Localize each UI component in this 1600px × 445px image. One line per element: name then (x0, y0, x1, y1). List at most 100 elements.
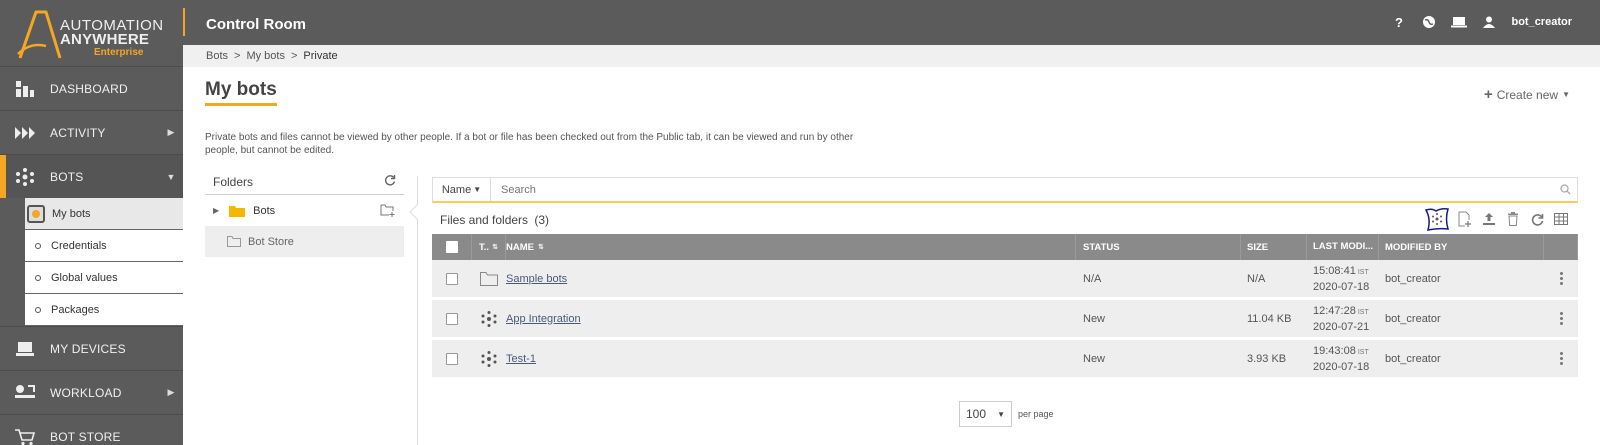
files-count-value: (3) (534, 213, 550, 227)
folder-item-bot-store[interactable]: Bot Store (205, 226, 404, 257)
user-icon[interactable] (1481, 14, 1497, 30)
bot-icon (481, 350, 497, 367)
sidebar-item-my-devices[interactable]: MY DEVICES (0, 326, 183, 370)
username[interactable]: bot_creator (1511, 16, 1572, 28)
header-name-label: NAME (506, 241, 534, 253)
caret-down-icon: ▼ (473, 185, 482, 194)
delete-button[interactable] (1504, 210, 1522, 228)
header-type[interactable]: T.. ⇅ (472, 234, 506, 260)
sidebar-item-bots[interactable]: BOTS ▼ (0, 154, 183, 198)
folders-panel: Folders ▶ Bots Bot Store (205, 169, 404, 257)
create-new-label: Create new (1496, 87, 1559, 102)
header-name[interactable]: NAME ⇅ (506, 234, 1076, 260)
dashboard-icon (16, 80, 34, 97)
folder-icon (229, 205, 246, 217)
breadcrumb-separator: > (290, 50, 298, 62)
header-size[interactable]: SIZE (1241, 234, 1307, 260)
header-actions (1544, 234, 1578, 260)
sidebar-item-label: MY DEVICES (50, 341, 126, 356)
kebab-menu-icon[interactable] (1559, 272, 1563, 285)
sidebar-item-label: BOTS (50, 169, 84, 184)
row-name-link[interactable]: Sample bots (506, 273, 567, 285)
row-checkbox[interactable] (446, 352, 458, 365)
sidebar-item-activity[interactable]: ACTIVITY ▶ (0, 110, 183, 154)
sidebar-item-label: ACTIVITY (50, 125, 106, 140)
bullet-icon (35, 242, 41, 249)
sidebar-item-dashboard[interactable]: DASHBOARD (0, 66, 183, 110)
new-bot-button[interactable] (1424, 207, 1450, 231)
topbar-divider (183, 8, 185, 36)
sidebar-item-label: BOT STORE (50, 429, 121, 444)
bullet-icon (35, 306, 41, 313)
sidebar-subitem-credentials[interactable]: Credentials (25, 230, 183, 262)
row-name-link[interactable]: App Integration (506, 313, 581, 325)
table-row[interactable]: App Integration New 11.04 KB 12:47:28 IST… (432, 300, 1578, 340)
topbar-actions: ? bot_creator (1391, 14, 1572, 30)
header-select-all[interactable] (432, 234, 472, 260)
breadcrumb-my-bots[interactable]: My bots (246, 50, 285, 62)
new-bot-icon (1424, 208, 1450, 231)
add-folder-icon[interactable] (380, 204, 396, 217)
header-size-label: SIZE (1247, 241, 1269, 253)
page-size-select[interactable]: 100 ▼ (959, 401, 1012, 427)
sidebar-subitem-global-values[interactable]: Global values (25, 262, 183, 294)
table-row[interactable]: Test-1 New 3.93 KB 19:43:08 IST 2020-07-18… (432, 340, 1578, 380)
table-row[interactable]: Sample bots N/A N/A 15:08:41 IST 2020-07-1… (432, 260, 1578, 300)
sidebar-item-bot-store[interactable]: BOT STORE (0, 414, 183, 445)
sidebar-subitem-label: Credentials (51, 239, 107, 252)
row-modified-by: bot_creator (1385, 272, 1441, 285)
row-tz: IST (1357, 348, 1369, 356)
folders-title: Folders (213, 174, 254, 189)
expand-arrow-icon[interactable]: ▶ (213, 206, 219, 215)
sidebar-subitem-label: Global values (51, 271, 118, 284)
row-name-link[interactable]: Test-1 (506, 353, 536, 365)
sidebar-item-label: WORKLOAD (50, 385, 122, 400)
laptop-icon[interactable] (1451, 14, 1468, 30)
sidebar-subitem-my-bots[interactable]: My bots (25, 198, 183, 230)
header-type-label: T.. (479, 241, 490, 253)
chevron-down-icon: ▼ (166, 171, 176, 182)
app-title: Control Room (206, 16, 306, 33)
bots-icon (16, 167, 34, 186)
folder-outline-icon (480, 271, 498, 286)
caret-down-icon: ▼ (997, 409, 1005, 419)
row-modified-by: bot_creator (1385, 352, 1441, 365)
files-count: Files and folders (3) (440, 213, 549, 227)
folders-header: Folders (205, 169, 404, 195)
help-icon[interactable]: ? (1391, 14, 1407, 30)
kebab-menu-icon[interactable] (1559, 312, 1563, 325)
folder-label: Bot Store (248, 235, 294, 248)
columns-button[interactable] (1552, 210, 1570, 228)
search-input[interactable] (491, 183, 1553, 196)
activity-icon (15, 126, 35, 139)
folder-item-bots[interactable]: ▶ Bots (205, 195, 404, 226)
select-all-checkbox[interactable] (445, 241, 458, 253)
upload-button[interactable] (1480, 210, 1498, 228)
row-status: N/A (1083, 272, 1102, 285)
breadcrumb-bots[interactable]: Bots (206, 50, 228, 62)
caret-down-icon: ▼ (1562, 90, 1570, 99)
brand-logo[interactable]: AUTOMATION ANYWHERE Enterprise (0, 0, 183, 66)
per-page-label: per page (1018, 409, 1054, 419)
search-bar: Name ▼ (432, 177, 1578, 203)
my-bots-icon (27, 204, 45, 223)
grid-icon (1554, 213, 1568, 225)
breadcrumb-private: Private (303, 50, 338, 62)
header-status[interactable]: STATUS (1076, 234, 1241, 260)
search-icon[interactable] (1553, 184, 1577, 195)
header-modified-by[interactable]: MODIFIED BY (1379, 234, 1544, 260)
kebab-menu-icon[interactable] (1559, 352, 1563, 365)
globe-icon[interactable] (1421, 14, 1437, 30)
row-checkbox[interactable] (446, 272, 458, 285)
bullet-icon (35, 274, 41, 281)
header-last-modified[interactable]: LAST MODI... (1307, 234, 1379, 260)
create-new-button[interactable]: + Create new ▼ (1484, 86, 1570, 103)
refresh-button[interactable] (1528, 210, 1546, 228)
sidebar-subitem-packages[interactable]: Packages (25, 294, 183, 326)
sidebar-item-workload[interactable]: WORKLOAD ▶ (0, 370, 183, 414)
breadcrumb-separator: > (234, 50, 241, 62)
refresh-icon[interactable] (384, 174, 396, 189)
new-file-button[interactable] (1456, 210, 1474, 228)
row-checkbox[interactable] (446, 312, 458, 325)
search-filter-dropdown[interactable]: Name ▼ (433, 178, 491, 201)
